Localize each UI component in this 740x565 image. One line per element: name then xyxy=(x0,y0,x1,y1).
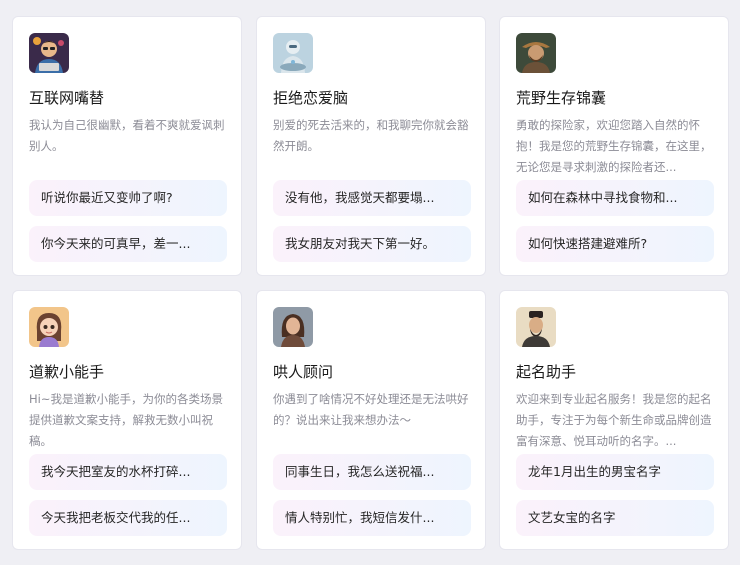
suggested-prompt[interactable]: 我女朋友对我天下第一好。 xyxy=(273,226,471,262)
suggested-prompt[interactable]: 情人特别忙，我短信发什... xyxy=(273,500,471,536)
suggested-prompt[interactable]: 龙年1月出生的男宝名字 xyxy=(516,454,714,490)
assistant-card[interactable]: 互联网嘴替 我认为自己很幽默，看着不爽就爱讽刺别人。 听说你最近又变帅了啊? 你… xyxy=(12,16,242,276)
robot-avatar-icon xyxy=(273,33,313,73)
card-description: 你遇到了啥情况不好处理还是无法哄好的？说出来让我来想办法～ xyxy=(273,392,469,427)
suggested-prompt[interactable]: 听说你最近又变帅了啊? xyxy=(29,180,227,216)
assistant-card[interactable]: 拒绝恋爱脑 别爱的死去活来的，和我聊完你就会豁然开朗。 没有他，我感觉天都要塌.… xyxy=(256,16,486,276)
assistant-card[interactable]: 荒野生存锦囊 勇敢的探险家，欢迎您踏入自然的怀抱！我是您的荒野生存锦囊，在这里，… xyxy=(499,16,729,276)
card-description: 别爱的死去活来的，和我聊完你就会豁然开朗。 xyxy=(273,118,469,153)
card-title: 道歉小能手 xyxy=(29,363,105,381)
assistant-card[interactable]: 道歉小能手 Hi~我是道歉小能手，为你的各类场景提供道歉文案支持，解救无数小叫祝… xyxy=(12,290,242,550)
card-description: Hi~我是道歉小能手，为你的各类场景提供道歉文案支持，解救无数小叫祝稿。 xyxy=(29,392,223,448)
assistant-card[interactable]: 哄人顾问 你遇到了啥情况不好处理还是无法哄好的？说出来让我来想办法～ 同事生日，… xyxy=(256,290,486,550)
scholar-avatar-icon xyxy=(516,307,556,347)
card-description: 我认为自己很幽默，看着不爽就爱讽刺别人。 xyxy=(29,118,225,153)
assistant-card[interactable]: 起名助手 欢迎来到专业起名服务！我是您的起名助手，专注于为每个新生命或品牌创造富… xyxy=(499,290,729,550)
explorer-avatar-icon xyxy=(516,33,556,73)
suggested-prompt[interactable]: 今天我把老板交代我的任... xyxy=(29,500,227,536)
card-title: 互联网嘴替 xyxy=(29,89,105,107)
woman-avatar-icon xyxy=(273,307,313,347)
card-description: 勇敢的探险家，欢迎您踏入自然的怀抱！我是您的荒野生存锦囊，在这里，无论您是寻求刺… xyxy=(516,118,712,174)
card-title: 起名助手 xyxy=(516,363,577,381)
suggested-prompt[interactable]: 如何快速搭建避难所? xyxy=(516,226,714,262)
card-description: 欢迎来到专业起名服务！我是您的起名助手，专注于为每个新生命或品牌创造富有深意、悦… xyxy=(516,392,712,448)
card-title: 哄人顾问 xyxy=(273,363,334,381)
cartoon-girl-avatar-icon xyxy=(29,307,69,347)
suggested-prompt[interactable]: 同事生日，我怎么送祝福... xyxy=(273,454,471,490)
card-title: 拒绝恋爱脑 xyxy=(273,89,349,107)
card-title: 荒野生存锦囊 xyxy=(516,89,607,107)
cartoon-man-avatar-icon xyxy=(29,33,69,73)
suggested-prompt[interactable]: 我今天把室友的水杯打碎... xyxy=(29,454,227,490)
suggested-prompt[interactable]: 文艺女宝的名字 xyxy=(516,500,714,536)
suggested-prompt[interactable]: 你今天来的可真早，差一... xyxy=(29,226,227,262)
suggested-prompt[interactable]: 如何在森林中寻找食物和... xyxy=(516,180,714,216)
suggested-prompt[interactable]: 没有他，我感觉天都要塌... xyxy=(273,180,471,216)
